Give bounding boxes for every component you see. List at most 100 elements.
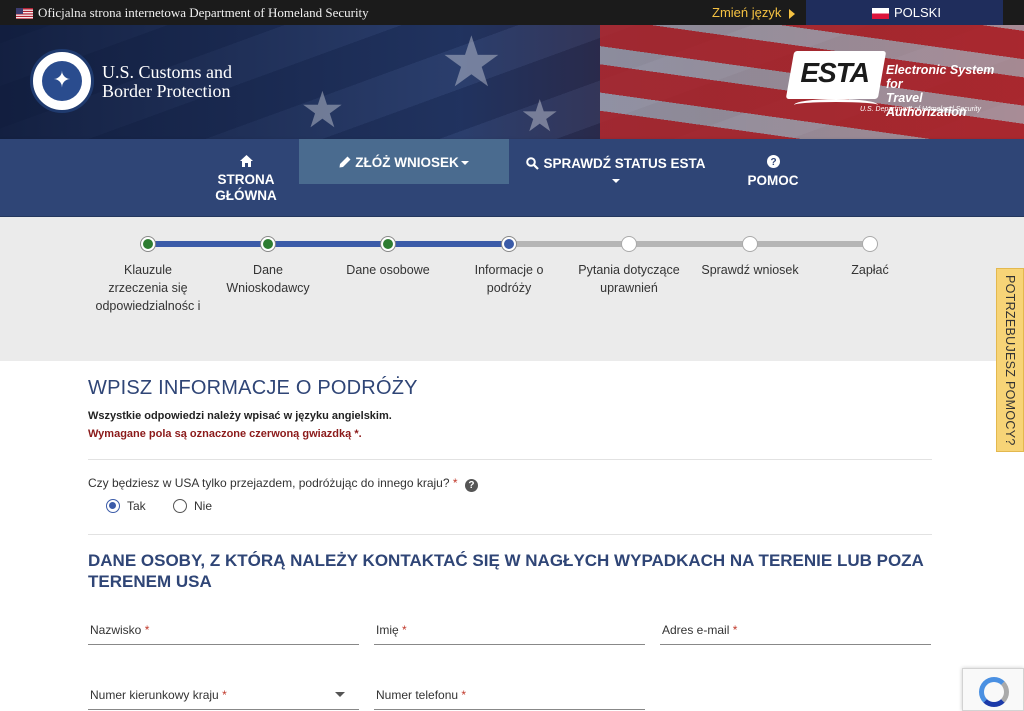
search-icon [525, 157, 539, 170]
progress-stepper: Klauzule zrzeczenia się odpowiedzialnośc… [0, 217, 1024, 361]
first-name-field[interactable]: Imię * [374, 615, 645, 645]
country-code-label: Numer kierunkowy kraju * [90, 688, 227, 702]
step-dot-eligibility [622, 237, 636, 251]
email-label: Adres e-mail * [662, 623, 737, 637]
esta-fullname-line1: Electronic System for [886, 63, 995, 91]
radio-unselected-indicator [173, 499, 187, 513]
svg-text:?: ? [770, 157, 776, 168]
radio-selected-indicator [106, 499, 120, 513]
nav-apply[interactable]: ZŁÓŻ WNIOSEK [299, 139, 509, 184]
email-label-text: Adres e-mail [662, 623, 730, 637]
required-asterisk: * [144, 623, 150, 637]
esta-department: U.S. Department of Homeland Security [860, 106, 981, 113]
step-dot-review [743, 237, 757, 251]
surname-label: Nazwisko * [90, 623, 149, 637]
step-dot-travel [502, 237, 516, 251]
step-label-eligibility: Pytania dotyczące uprawnień [578, 263, 680, 295]
star-decoration: ★ [520, 92, 560, 139]
step-dot-personal [381, 237, 395, 251]
step-dot-applicant [261, 237, 275, 251]
phone-label: Numer telefonu * [376, 688, 466, 702]
step-label-travel: Informacje o podróży [474, 263, 544, 295]
official-site-text: Oficjalna strona internetowa Department … [38, 5, 369, 20]
esta-fullname-line2: Travel Authorization [886, 91, 967, 119]
step-label-disclaimer: Klauzule zrzeczenia się odpowiedzialnośc… [95, 263, 201, 313]
caret-down-icon [460, 161, 469, 166]
divider [88, 534, 932, 535]
caret-down-icon [611, 179, 620, 183]
first-name-label: Imię * [376, 623, 407, 637]
emergency-contact-heading: DANE OSOBY, Z KTÓRĄ NALEŻY KONTAKTAĆ SIĘ… [88, 551, 924, 591]
need-help-label: POTRZEBUJESZ POMOCY? [1003, 275, 1017, 446]
dropdown-arrow-icon [335, 692, 345, 697]
nav-apply-label: ZŁÓŻ WNIOSEK [355, 155, 459, 170]
agency-name-line1: U.S. Customs and [102, 62, 233, 82]
first-name-label-text: Imię [376, 623, 399, 637]
country-code-select[interactable]: Numer kierunkowy kraju * [88, 680, 359, 710]
nav-check-status[interactable]: SPRAWDŹ STATUS ESTA [518, 139, 713, 217]
help-question-icon[interactable]: ? [464, 479, 478, 492]
email-field[interactable]: Adres e-mail * [660, 615, 931, 645]
nav-home[interactable]: STRONA GŁÓWNA [200, 139, 292, 217]
step-dot-disclaimer [141, 237, 155, 251]
eagle-icon: ✦ [52, 67, 72, 92]
required-fields-note: Wymagane pola są oznaczone czerwoną gwia… [88, 428, 362, 440]
required-asterisk: * [732, 623, 738, 637]
recaptcha-icon [979, 677, 1009, 707]
dhs-seal-logo[interactable]: ✦ [30, 49, 94, 113]
step-dot-payment [863, 237, 877, 251]
home-icon [200, 155, 292, 170]
step-label-personal: Dane osobowe [346, 263, 430, 277]
poland-flag-icon [872, 8, 889, 19]
required-asterisk: * [402, 623, 407, 637]
current-language-label: POLSKI [894, 5, 941, 20]
esta-logo[interactable]: ESTA Electronic System for Travel Author… [785, 51, 1000, 121]
progress-track-remaining [510, 241, 872, 247]
radio-yes-label: Tak [127, 499, 146, 513]
gov-banner: Oficjalna strona internetowa Department … [0, 0, 1024, 25]
page-title: WPISZ INFORMACJE O PODRÓŻY [88, 377, 418, 399]
required-asterisk: * [222, 688, 227, 702]
step-label-applicant: Dane Wnioskodawcy [226, 263, 310, 295]
star-decoration: ★ [440, 25, 503, 101]
surname-field[interactable]: Nazwisko * [88, 615, 359, 645]
phone-field[interactable]: Numer telefonu * [374, 680, 645, 710]
nav-home-label-line1: STRONA [217, 172, 275, 187]
required-asterisk: * [452, 476, 458, 490]
pencil-icon [339, 156, 351, 168]
header-banner: ★ ★ ★ ✦ U.S. Customs and Border Protecti… [0, 25, 1024, 139]
phone-label-text: Numer telefonu [376, 688, 459, 702]
radio-no-label: Nie [194, 499, 213, 513]
surname-label-text: Nazwisko [90, 623, 142, 637]
progress-track-completed [148, 241, 510, 247]
recaptcha-badge[interactable] [962, 668, 1024, 711]
main-navigation: STRONA GŁÓWNA ZŁÓŻ WNIOSEK SPRAWDŹ STATU… [0, 139, 1024, 217]
change-language-button[interactable]: Zmień język [700, 0, 806, 25]
transit-radio-no[interactable]: Nie [173, 499, 212, 513]
star-decoration: ★ [300, 82, 345, 138]
agency-name-line2: Border Protection [102, 81, 231, 101]
divider [88, 459, 932, 460]
transit-question-text: Czy będziesz w USA tylko przejazdem, pod… [88, 476, 450, 490]
transit-radio-yes[interactable]: Tak [106, 499, 146, 513]
english-only-note: Wszystkie odpowiedzi należy wpisać w jęz… [88, 410, 392, 422]
step-label-review: Sprawdź wniosek [701, 263, 799, 277]
esta-wordmark: ESTA [800, 57, 869, 88]
chevron-right-icon [789, 8, 796, 19]
change-language-label: Zmień język [712, 5, 782, 20]
nav-home-label-line2: GŁÓWNA [215, 188, 277, 203]
nav-home-label: STRONA GŁÓWNA [200, 172, 292, 204]
nav-help[interactable]: ? POMOC [732, 139, 814, 217]
question-circle-icon: ? [732, 155, 814, 171]
nav-help-label: POMOC [747, 173, 799, 188]
transit-question: Czy będziesz w USA tylko przejazdem, pod… [88, 476, 478, 492]
esta-badge: ESTA [785, 51, 887, 99]
need-help-tab[interactable]: POTRZEBUJESZ POMOCY? [996, 268, 1024, 452]
us-flag-icon [16, 8, 33, 19]
agency-name[interactable]: U.S. Customs and Border Protection [102, 63, 232, 101]
required-asterisk: * [461, 688, 467, 702]
step-label-payment: Zapłać [851, 263, 889, 277]
nav-check-status-label: SPRAWDŹ STATUS ESTA [543, 156, 706, 171]
country-code-label-text: Numer kierunkowy kraju [90, 688, 219, 702]
current-language[interactable]: POLSKI [806, 0, 1003, 25]
